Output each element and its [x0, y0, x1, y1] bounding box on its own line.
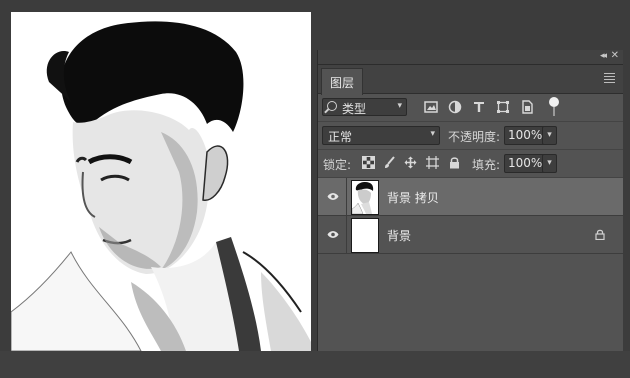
fill-label: 填充:: [472, 158, 501, 172]
filter-kind-select[interactable]: 类型 ▾: [322, 98, 407, 116]
chevron-down-icon: ▾: [430, 129, 435, 139]
layer-row-background-copy[interactable]: 背景 拷贝: [318, 178, 623, 216]
panel-menu-icon[interactable]: [604, 73, 615, 85]
layer-lock-icon[interactable]: [595, 229, 605, 240]
eye-icon: [327, 193, 339, 200]
layers-panel: ◂◂ ✕ 图层 类型 ▾ 正常 ▾ 不透明度: 100% ▾ 锁定: 填充: 1…: [317, 50, 623, 351]
blend-mode-select[interactable]: 正常 ▾: [322, 126, 440, 145]
image-filter-icon[interactable]: [424, 100, 438, 114]
fill-dropdown-button[interactable]: ▾: [542, 154, 557, 173]
chevron-down-icon: ▾: [397, 101, 402, 111]
lock-artboard-icon[interactable]: [426, 156, 439, 169]
layer-thumbnail: [351, 180, 379, 215]
tab-layers[interactable]: 图层: [321, 68, 363, 95]
layer-thumbnail: [351, 218, 379, 253]
lock-transparent-icon[interactable]: [362, 156, 375, 169]
lock-all-icon[interactable]: [448, 156, 461, 169]
smart-object-filter-icon[interactable]: [520, 100, 534, 114]
type-filter-icon[interactable]: [472, 100, 486, 114]
shape-filter-icon[interactable]: [496, 100, 510, 114]
lock-fill-row: 锁定: 填充: 100% ▾: [318, 150, 623, 178]
opacity-label: 不透明度:: [448, 130, 501, 144]
layer-name[interactable]: 背景 拷贝: [387, 189, 439, 206]
layer-visibility-toggle[interactable]: [318, 178, 347, 216]
layer-visibility-toggle[interactable]: [318, 216, 347, 254]
lock-move-icon[interactable]: [404, 156, 417, 169]
eye-icon: [327, 231, 339, 238]
opacity-dropdown-button[interactable]: ▾: [542, 126, 557, 145]
layer-filter-row: 类型 ▾: [318, 94, 623, 122]
tab-layers-label: 图层: [329, 75, 354, 90]
panel-header-bar: ◂◂ ✕: [318, 50, 623, 65]
search-icon: [327, 101, 337, 111]
layer-row-background[interactable]: 背景: [318, 216, 623, 254]
blend-opacity-row: 正常 ▾ 不透明度: 100% ▾: [318, 122, 623, 150]
portrait-photo[interactable]: [11, 12, 311, 351]
filter-toggle-switch[interactable]: [549, 97, 559, 117]
lock-label: 锁定:: [323, 158, 352, 172]
collapse-panel-icon[interactable]: ◂◂: [600, 51, 607, 61]
adjustment-filter-icon[interactable]: [448, 100, 462, 114]
close-panel-icon[interactable]: ✕: [611, 50, 619, 61]
filter-kind-label: 类型: [342, 102, 367, 116]
layers-list: 背景 拷贝 背景: [318, 178, 623, 378]
panel-tab-bar: 图层: [318, 65, 623, 95]
lock-paint-icon[interactable]: [383, 156, 396, 169]
layer-name[interactable]: 背景: [387, 227, 411, 244]
blend-mode-value: 正常: [328, 130, 353, 144]
